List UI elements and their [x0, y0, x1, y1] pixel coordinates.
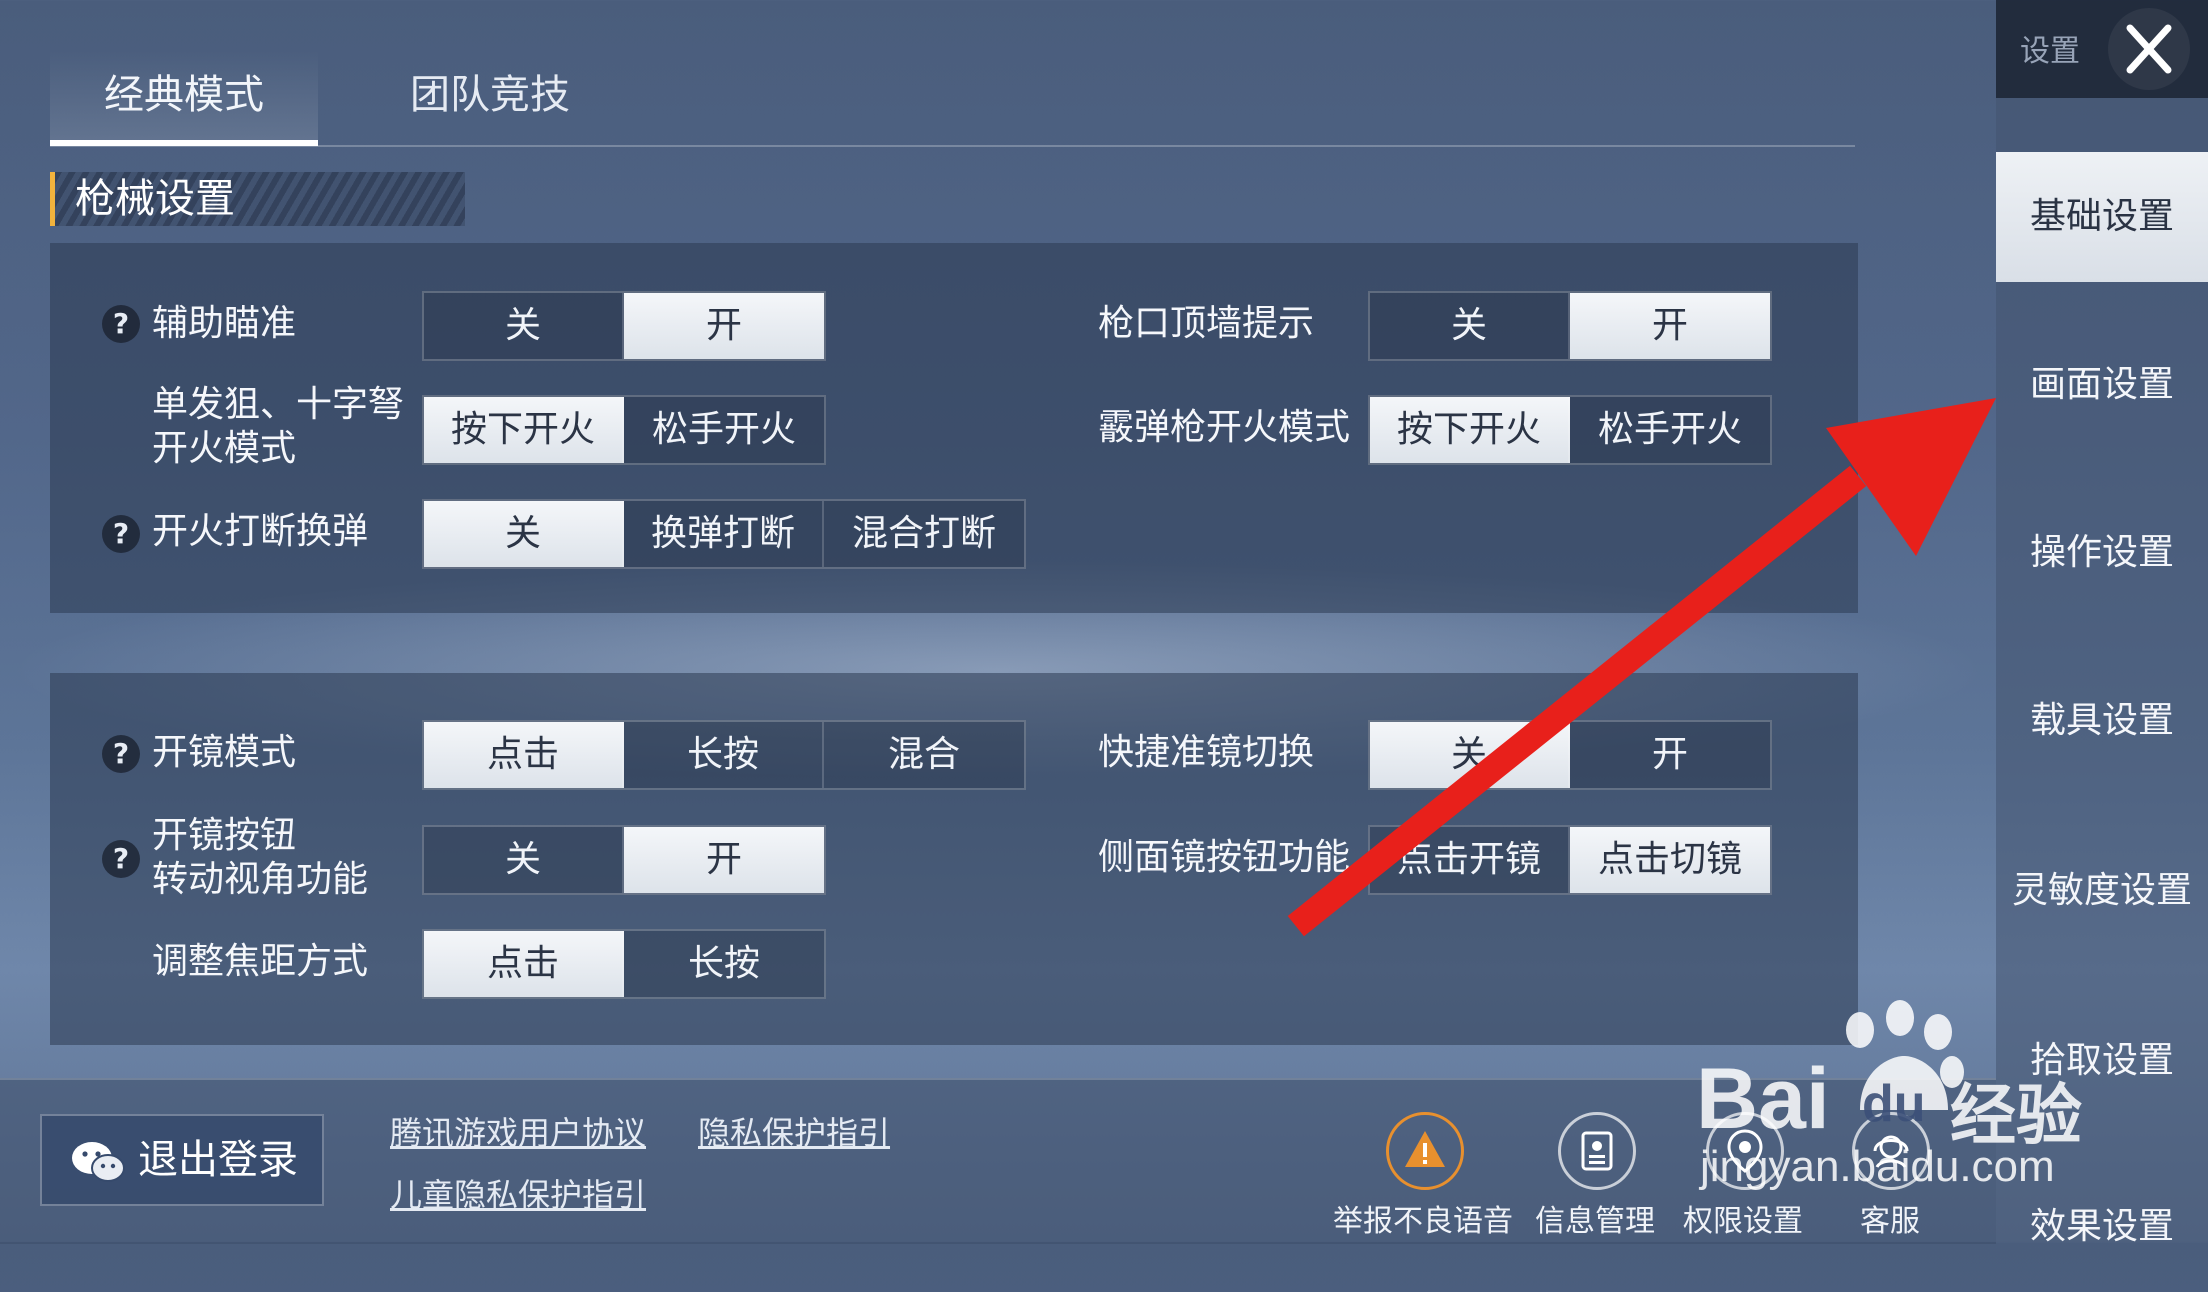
- help-icon-aim-assist[interactable]: ?: [102, 305, 140, 343]
- close-icon[interactable]: [2108, 8, 2190, 90]
- zoom-hold-option[interactable]: 长按: [624, 931, 824, 997]
- wechat-icon: [72, 1142, 125, 1182]
- info-management-label: 信息管理: [1535, 1204, 1655, 1239]
- side-scope-selector: 点击开镜 点击切镜: [1368, 825, 1772, 895]
- side-scope-label: 侧面镜按钮功能: [1098, 837, 1351, 878]
- sidebar-item-graphics[interactable]: 画面设置: [1996, 320, 2208, 450]
- sidebar-header: 设置: [1996, 0, 2208, 98]
- scope-hold-option[interactable]: 长按: [624, 722, 824, 788]
- scope-rotate-toggle: 关 开: [422, 825, 826, 895]
- help-icon-scope-rotate[interactable]: ?: [102, 840, 140, 878]
- sidebar-item-vehicle[interactable]: 载具设置: [1996, 656, 2208, 786]
- shotgun-release-fire-option[interactable]: 松手开火: [1570, 397, 1770, 463]
- sniper-fire-label-line2: 开火模式: [152, 428, 297, 469]
- quick-switch-label: 快捷准镜切换: [1098, 732, 1315, 773]
- scope-rotate-label-line1: 开镜按钮: [152, 815, 297, 856]
- scope-rotate-label-line2: 转动视角功能: [152, 859, 369, 900]
- muzzle-hint-toggle: 关 开: [1368, 291, 1772, 361]
- logout-label: 退出登录: [138, 1137, 298, 1183]
- child-privacy-link[interactable]: 儿童隐私保护指引: [390, 1170, 646, 1216]
- side-scope-tap-switch-option[interactable]: 点击切镜: [1570, 827, 1770, 893]
- help-icon-scope-mode[interactable]: ?: [102, 735, 140, 773]
- settings-sidebar: 设置 基础设置 画面设置 操作设置 载具设置 灵敏度设置 拾取设置 效果设置: [1996, 0, 2208, 1247]
- zoom-tap-option[interactable]: 点击: [424, 931, 624, 997]
- tab-classic-mode[interactable]: 经典模式: [50, 50, 318, 146]
- reload-interrupt-option[interactable]: 换弹打断: [624, 501, 824, 567]
- aim-assist-off-option[interactable]: 关: [424, 293, 624, 359]
- scope-mode-selector: 点击 长按 混合: [422, 720, 1026, 790]
- info-management-icon[interactable]: [1558, 1112, 1636, 1190]
- section-header-weapon: 枪械设置: [50, 172, 465, 226]
- shotgun-fire-mode-selector: 按下开火 松手开火: [1368, 395, 1772, 465]
- tab-team-deathmatch[interactable]: 团队竞技: [340, 50, 640, 140]
- sniper-fire-label-line1: 单发狙、十字弩: [152, 384, 405, 425]
- scope-tap-option[interactable]: 点击: [424, 722, 624, 788]
- shotgun-fire-label: 霰弹枪开火模式: [1098, 407, 1351, 448]
- fire-interrupt-selector: 关 换弹打断 混合打断: [422, 499, 1026, 569]
- scope-rotate-on-option[interactable]: 开: [624, 827, 824, 893]
- scope-mixed-option[interactable]: 混合: [824, 722, 1024, 788]
- watermark-brand-du: du: [1862, 1075, 1926, 1133]
- sidebar-item-controls[interactable]: 操作设置: [1996, 488, 2208, 618]
- privacy-guide-link[interactable]: 隐私保护指引: [698, 1108, 890, 1154]
- settings-title: 设置: [2020, 34, 2080, 69]
- sniper-release-fire-option[interactable]: 松手开火: [624, 397, 824, 463]
- sniper-press-fire-option[interactable]: 按下开火: [424, 397, 624, 463]
- quick-switch-toggle: 关 开: [1368, 720, 1772, 790]
- side-scope-tap-open-option[interactable]: 点击开镜: [1370, 827, 1570, 893]
- section-title: 枪械设置: [75, 176, 235, 222]
- aim-assist-label: 辅助瞄准: [152, 303, 297, 344]
- sidebar-item-basic[interactable]: 基础设置: [1996, 152, 2208, 282]
- permission-settings-label: 权限设置: [1683, 1204, 1803, 1239]
- aim-assist-toggle: 关 开: [422, 291, 826, 361]
- quick-switch-off-option[interactable]: 关: [1370, 722, 1570, 788]
- user-agreement-link[interactable]: 腾讯游戏用户协议: [390, 1108, 646, 1154]
- logout-button[interactable]: 退出登录: [40, 1114, 324, 1206]
- fire-interrupt-label: 开火打断换弹: [152, 511, 369, 552]
- zoom-mode-selector: 点击 长按: [422, 929, 826, 999]
- customer-service-label: 客服: [1860, 1204, 1920, 1239]
- zoom-mode-label: 调整焦距方式: [152, 941, 369, 982]
- muzzle-hint-on-option[interactable]: 开: [1570, 293, 1770, 359]
- fire-interrupt-off-option[interactable]: 关: [424, 501, 624, 567]
- scope-mode-label: 开镜模式: [152, 732, 297, 773]
- quick-switch-on-option[interactable]: 开: [1570, 722, 1770, 788]
- mixed-interrupt-option[interactable]: 混合打断: [824, 501, 1024, 567]
- aim-assist-on-option[interactable]: 开: [624, 293, 824, 359]
- report-voice-label: 举报不良语音: [1333, 1204, 1513, 1239]
- mode-tabs: 经典模式 团队竞技: [50, 50, 1855, 147]
- scope-rotate-off-option[interactable]: 关: [424, 827, 624, 893]
- sniper-fire-mode-selector: 按下开火 松手开火: [422, 395, 826, 465]
- help-icon-fire-interrupt[interactable]: ?: [102, 515, 140, 553]
- watermark-brand: Bai: [1696, 1051, 1830, 1147]
- muzzle-hint-label: 枪口顶墙提示: [1098, 303, 1315, 344]
- muzzle-hint-off-option[interactable]: 关: [1370, 293, 1570, 359]
- shotgun-press-fire-option[interactable]: 按下开火: [1370, 397, 1570, 463]
- watermark-url: jingyan.baidu.com: [1700, 1142, 2055, 1191]
- sidebar-item-sensitivity[interactable]: 灵敏度设置: [1996, 826, 2208, 956]
- report-voice-icon[interactable]: [1386, 1112, 1464, 1190]
